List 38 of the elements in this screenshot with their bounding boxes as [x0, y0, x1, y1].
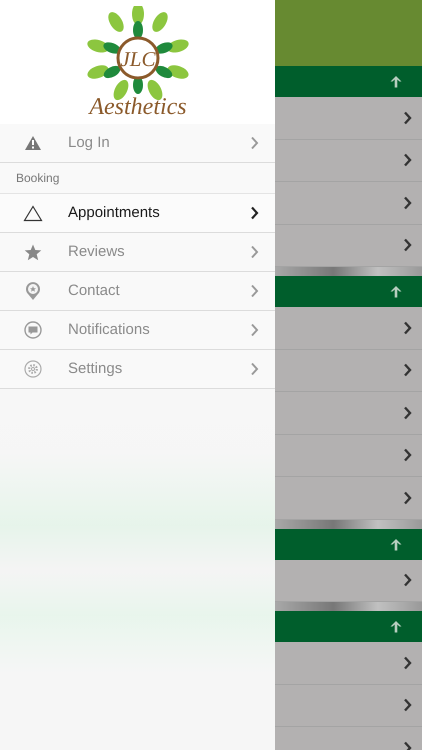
chevron-right-icon — [403, 448, 412, 462]
chevron-right-icon — [403, 196, 412, 210]
arrow-up-icon — [390, 538, 402, 550]
chevron-right-icon — [403, 490, 412, 505]
arrow-up-icon — [390, 285, 402, 298]
chat-bubble-icon — [24, 321, 42, 339]
chevron-right-icon — [250, 206, 259, 220]
logo-wordmark: Aesthetics — [88, 94, 186, 118]
chevron-right-icon — [250, 245, 259, 259]
list-row[interactable] — [275, 224, 422, 267]
warning-icon — [24, 135, 42, 151]
list-row[interactable] — [275, 560, 422, 602]
arrow-up-icon — [390, 75, 402, 88]
chevron-right-icon — [403, 153, 412, 168]
list-row[interactable] — [275, 350, 422, 392]
chevron-right-icon — [250, 284, 259, 298]
star-icon — [24, 244, 42, 260]
list-row[interactable] — [275, 434, 422, 477]
triangle-icon — [23, 204, 43, 222]
arrow-up-icon — [390, 620, 402, 633]
chevron-right-icon — [250, 362, 259, 376]
chevron-right-icon — [250, 323, 259, 337]
chevron-right-icon — [250, 136, 259, 150]
chevron-right-icon — [403, 320, 412, 335]
chevron-right-icon — [403, 406, 412, 420]
chevron-right-icon — [403, 238, 412, 252]
settings-icon — [24, 360, 42, 378]
chevron-right-icon — [403, 698, 412, 712]
chevron-right-icon — [403, 656, 412, 670]
location-pin-icon — [25, 281, 41, 301]
section-header: Booking — [16, 170, 60, 187]
list-row[interactable] — [275, 140, 422, 182]
chevron-right-icon — [403, 363, 412, 378]
list-row[interactable] — [275, 684, 422, 727]
logo-monogram: JLC — [120, 47, 155, 71]
section-bar[interactable] — [275, 528, 422, 560]
chevron-right-icon — [403, 110, 412, 125]
chevron-right-icon — [403, 573, 412, 588]
